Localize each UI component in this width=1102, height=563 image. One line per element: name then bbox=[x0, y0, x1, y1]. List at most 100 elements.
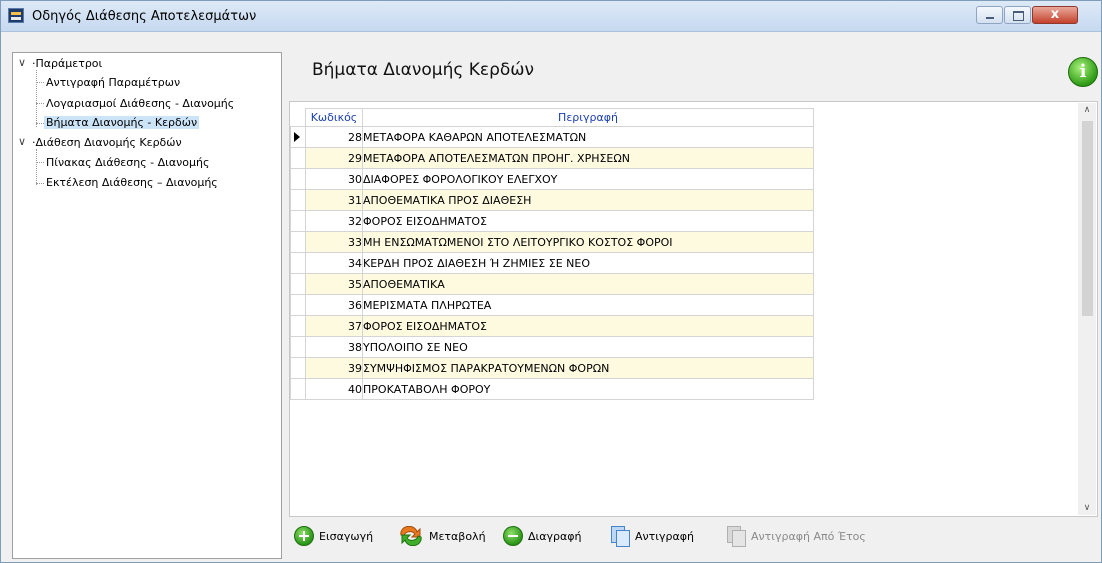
tree-item-copy-parameters[interactable]: Αντιγραφή Παραμέτρων bbox=[46, 76, 180, 89]
cell-code[interactable]: 38 bbox=[305, 336, 363, 358]
table-row[interactable]: 39 ΣΥΜΨΗΦΙΣΜΟΣ ΠΑΡΑΚΡΑΤΟΥΜΕΝΩΝ ΦΟΡΩΝ bbox=[290, 357, 814, 379]
close-button[interactable]: x bbox=[1032, 6, 1078, 24]
page-title: Βήματα Διανομής Κερδών bbox=[312, 60, 535, 80]
copy-icon bbox=[610, 526, 630, 547]
tree-connector bbox=[36, 183, 44, 184]
table-row[interactable]: 29 ΜΕΤΑΦΟΡΑ ΑΠΟΤΕΛΕΣΜΑΤΩΝ ΠΡΟΗΓ. ΧΡΗΣΕΩΝ bbox=[290, 147, 814, 169]
steps-table: Κωδικός Περιγραφή 28 ΜΕΤΑΦΟΡΑ ΚΑΘΑΡΩΝ ΑΠΟ… bbox=[290, 108, 814, 400]
table-row[interactable]: 28 ΜΕΤΑΦΟΡΑ ΚΑΘΑΡΩΝ ΑΠΟΤΕΛΕΣΜΑΤΩΝ bbox=[290, 126, 814, 148]
row-indicator bbox=[290, 210, 306, 232]
copy-from-year-button[interactable]: Αντιγραφή Από Έτος bbox=[726, 522, 866, 550]
row-indicator bbox=[290, 357, 306, 379]
cell-code[interactable]: 33 bbox=[305, 231, 363, 253]
delete-button[interactable]: Διαγραφή bbox=[503, 522, 581, 550]
table-row[interactable]: 30 ΔΙΑΦΟΡΕΣ ΦΟΡΟΛΟΓΙΚΟΥ ΕΛΕΓΧΟΥ bbox=[290, 168, 814, 190]
table-row[interactable]: 33 ΜΗ ΕΝΣΩΜΑΤΩΜΕΝΟΙ ΣΤΟ ΛΕΙΤΟΥΡΓΙΚΟ ΚΟΣΤΟ… bbox=[290, 231, 814, 253]
tree-group-label: Παράμετροι bbox=[35, 57, 103, 70]
row-indicator bbox=[290, 252, 306, 274]
tree-connector bbox=[36, 162, 44, 163]
table-header-row: Κωδικός Περιγραφή bbox=[290, 108, 814, 127]
chevron-down-icon[interactable]: ∨ bbox=[18, 56, 30, 69]
tree-connector bbox=[36, 123, 44, 124]
remove-icon bbox=[503, 526, 523, 546]
copy-from-year-label: Αντιγραφή Από Έτος bbox=[751, 529, 866, 543]
navigation-tree: ∨ ·Παράμετροι Αντιγραφή Παραμέτρων Λογαρ… bbox=[12, 52, 282, 559]
cell-description[interactable]: ΦΟΡΟΣ ΕΙΣΟΔΗΜΑΤΟΣ bbox=[362, 210, 814, 232]
tree-item-accounts[interactable]: Λογαριασμοί Διάθεσης - Διανομής bbox=[46, 97, 234, 110]
tree-group-distribution[interactable]: ·Διάθεση Διανομής Κερδών bbox=[32, 136, 182, 149]
info-icon[interactable]: i bbox=[1068, 57, 1098, 87]
window-title: Οδηγός Διάθεσης Αποτελεσμάτων bbox=[32, 9, 257, 24]
tree-group-parameters[interactable]: ·Παράμετροι bbox=[32, 57, 102, 70]
column-header-description[interactable]: Περιγραφή bbox=[362, 108, 814, 127]
insert-label: Εισαγωγή bbox=[319, 529, 374, 543]
cell-description[interactable]: ΔΙΑΦΟΡΕΣ ΦΟΡΟΛΟΓΙΚΟΥ ΕΛΕΓΧΟΥ bbox=[362, 168, 814, 190]
table-row[interactable]: 37 ΦΟΡΟΣ ΕΙΣΟΔΗΜΑΤΟΣ bbox=[290, 315, 814, 337]
chevron-down-icon[interactable]: ∨ bbox=[18, 135, 30, 148]
tree-connector bbox=[36, 70, 37, 127]
refresh-icon bbox=[398, 525, 424, 547]
cell-description[interactable]: ΜΗ ΕΝΣΩΜΑΤΩΜΕΝΟΙ ΣΤΟ ΛΕΙΤΟΥΡΓΙΚΟ ΚΟΣΤΟΣ … bbox=[362, 231, 814, 253]
cell-code[interactable]: 30 bbox=[305, 168, 363, 190]
minimize-button[interactable] bbox=[976, 6, 1003, 24]
copy-icon bbox=[726, 526, 746, 547]
cell-description[interactable]: ΜΕΤΑΦΟΡΑ ΑΠΟΤΕΛΕΣΜΑΤΩΝ ΠΡΟΗΓ. ΧΡΗΣΕΩΝ bbox=[362, 147, 814, 169]
cell-description[interactable]: ΜΕΡΙΣΜΑΤΑ ΠΛΗΡΩΤΕΑ bbox=[362, 294, 814, 316]
row-indicator bbox=[290, 294, 306, 316]
row-indicator bbox=[290, 231, 306, 253]
tree-item-distribution-table[interactable]: Πίνακας Διάθεσης - Διανομής bbox=[46, 156, 209, 169]
cell-code[interactable]: 40 bbox=[305, 378, 363, 400]
cell-code[interactable]: 36 bbox=[305, 294, 363, 316]
action-toolbar: Εισαγωγή Μεταβολή Διαγραφή Αντιγραφή Αντ… bbox=[290, 520, 1097, 554]
row-indicator bbox=[290, 189, 306, 211]
cell-code[interactable]: 35 bbox=[305, 273, 363, 295]
cell-code[interactable]: 37 bbox=[305, 315, 363, 337]
table-row[interactable]: 38 ΥΠΟΛΟΙΠΟ ΣΕ ΝΕΟ bbox=[290, 336, 814, 358]
row-indicator bbox=[290, 126, 306, 148]
scroll-up-icon[interactable]: ∧ bbox=[1078, 105, 1096, 115]
table-body: 28 ΜΕΤΑΦΟΡΑ ΚΑΘΑΡΩΝ ΑΠΟΤΕΛΕΣΜΑΤΩΝ 29 ΜΕΤΑΦΟ… bbox=[290, 126, 814, 400]
modify-button[interactable]: Μεταβολή bbox=[398, 522, 486, 550]
column-header-code[interactable]: Κωδικός bbox=[305, 108, 363, 127]
title-bar[interactable]: Οδηγός Διάθεσης Αποτελεσμάτων x bbox=[1, 1, 1101, 32]
cell-code[interactable]: 34 bbox=[305, 252, 363, 274]
row-indicator bbox=[290, 273, 306, 295]
cell-code[interactable]: 39 bbox=[305, 357, 363, 379]
scroll-down-icon[interactable]: ∨ bbox=[1078, 503, 1096, 513]
cell-description[interactable]: ΜΕΤΑΦΟΡΑ ΚΑΘΑΡΩΝ ΑΠΟΤΕΛΕΣΜΑΤΩΝ bbox=[362, 126, 814, 148]
table-row[interactable]: 31 ΑΠΟΘΕΜΑΤΙΚΑ ΠΡΟΣ ΔΙΑΘΕΣΗ bbox=[290, 189, 814, 211]
table-row[interactable]: 34 ΚΕΡΔΗ ΠΡΟΣ ΔΙΑΘΕΣΗ Ή ΖΗΜΙΕΣ ΣΕ ΝΕΟ bbox=[290, 252, 814, 274]
cell-description[interactable]: ΥΠΟΛΟΙΠΟ ΣΕ ΝΕΟ bbox=[362, 336, 814, 358]
cell-code[interactable]: 29 bbox=[305, 147, 363, 169]
cell-code[interactable]: 32 bbox=[305, 210, 363, 232]
table-row[interactable]: 40 ΠΡΟΚΑΤΑΒΟΛΗ ΦΟΡΟΥ bbox=[290, 378, 814, 400]
cell-code[interactable]: 31 bbox=[305, 189, 363, 211]
vertical-scrollbar[interactable]: ∧ ∨ bbox=[1078, 103, 1096, 515]
tree-group-label: Διάθεση Διανομής Κερδών bbox=[35, 136, 182, 149]
close-icon: x bbox=[1050, 7, 1060, 22]
row-indicator bbox=[290, 147, 306, 169]
cell-code[interactable]: 28 bbox=[305, 126, 363, 148]
tree-item-execute-distribution[interactable]: Εκτέλεση Διάθεσης – Διανομής bbox=[46, 176, 218, 189]
cell-description[interactable]: ΚΕΡΔΗ ΠΡΟΣ ΔΙΑΘΕΣΗ Ή ΖΗΜΙΕΣ ΣΕ ΝΕΟ bbox=[362, 252, 814, 274]
row-indicator bbox=[290, 315, 306, 337]
maximize-button[interactable] bbox=[1004, 6, 1031, 24]
tree-item-steps[interactable]: Βήματα Διανομής - Κερδών bbox=[44, 116, 200, 129]
cell-description[interactable]: ΣΥΜΨΗΦΙΣΜΟΣ ΠΑΡΑΚΡΑΤΟΥΜΕΝΩΝ ΦΟΡΩΝ bbox=[362, 357, 814, 379]
insert-button[interactable]: Εισαγωγή bbox=[294, 522, 373, 550]
copy-button[interactable]: Αντιγραφή bbox=[610, 522, 694, 550]
row-indicator-header bbox=[290, 108, 306, 127]
tree-connector bbox=[36, 103, 44, 104]
steps-grid: Κωδικός Περιγραφή 28 ΜΕΤΑΦΟΡΑ ΚΑΘΑΡΩΝ ΑΠΟ… bbox=[289, 101, 1098, 517]
cell-description[interactable]: ΦΟΡΟΣ ΕΙΣΟΔΗΜΑΤΟΣ bbox=[362, 315, 814, 337]
row-indicator bbox=[290, 168, 306, 190]
cell-description[interactable]: ΑΠΟΘΕΜΑΤΙΚΑ bbox=[362, 273, 814, 295]
cell-description[interactable]: ΠΡΟΚΑΤΑΒΟΛΗ ΦΟΡΟΥ bbox=[362, 378, 814, 400]
table-row[interactable]: 35 ΑΠΟΘΕΜΑΤΙΚΑ bbox=[290, 273, 814, 295]
scrollbar-thumb[interactable] bbox=[1082, 121, 1093, 316]
table-row[interactable]: 36 ΜΕΡΙΣΜΑΤΑ ΠΛΗΡΩΤΕΑ bbox=[290, 294, 814, 316]
table-row[interactable]: 32 ΦΟΡΟΣ ΕΙΣΟΔΗΜΑΤΟΣ bbox=[290, 210, 814, 232]
cell-description[interactable]: ΑΠΟΘΕΜΑΤΙΚΑ ΠΡΟΣ ΔΙΑΘΕΣΗ bbox=[362, 189, 814, 211]
add-icon bbox=[294, 526, 314, 546]
row-indicator bbox=[290, 336, 306, 358]
